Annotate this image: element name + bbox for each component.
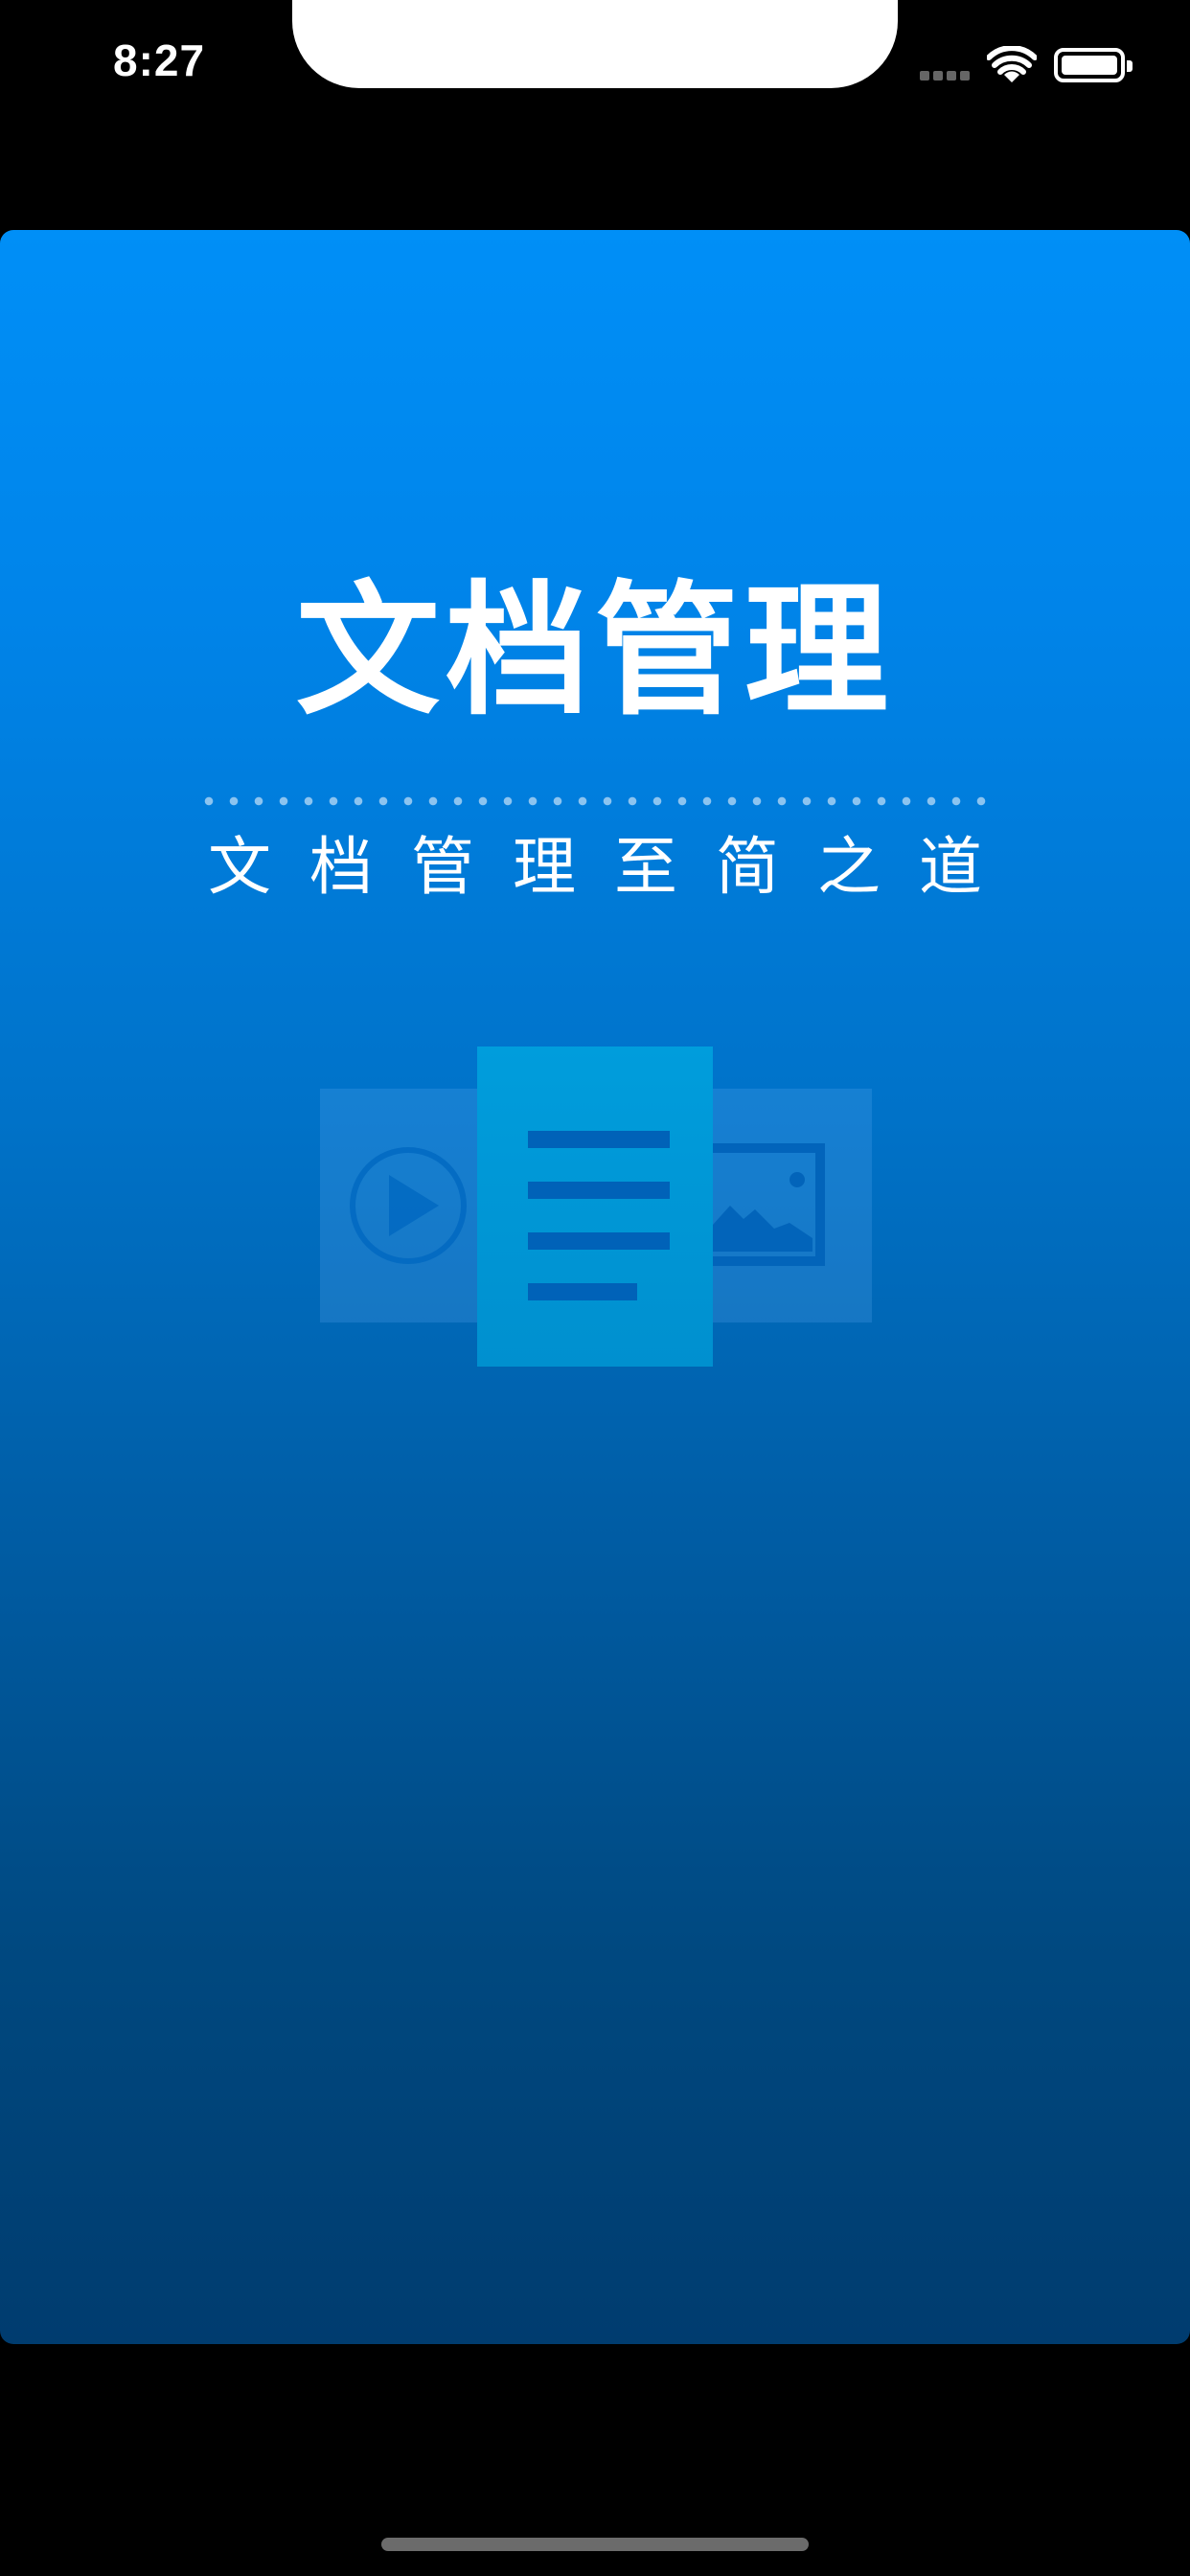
doc-line (528, 1131, 670, 1148)
dotted-divider (196, 796, 994, 806)
app-title: 文档管理 (295, 568, 894, 735)
splash-screen: 文档管理 文档管理至简之道 (0, 230, 1190, 2344)
cellular-signal-icon (920, 71, 973, 82)
status-bar: 8:27 (0, 0, 1190, 153)
home-indicator[interactable] (381, 2538, 809, 2551)
battery-level (1062, 56, 1117, 75)
battery-icon (1054, 48, 1133, 82)
image-card (688, 1089, 872, 1322)
status-time: 8:27 (113, 35, 206, 85)
illustration (320, 1046, 872, 1367)
wifi-icon (987, 46, 1037, 82)
image-icon (700, 1143, 825, 1266)
doc-line (528, 1182, 670, 1199)
doc-line (528, 1232, 670, 1250)
device-frame: 8:27 文档管理 文档管理至简之道 (0, 0, 1190, 2576)
app-subtitle: 文档管理至简之道 (208, 830, 1020, 904)
notch (273, 0, 917, 88)
doc-line (528, 1283, 637, 1300)
document-card (477, 1046, 713, 1367)
